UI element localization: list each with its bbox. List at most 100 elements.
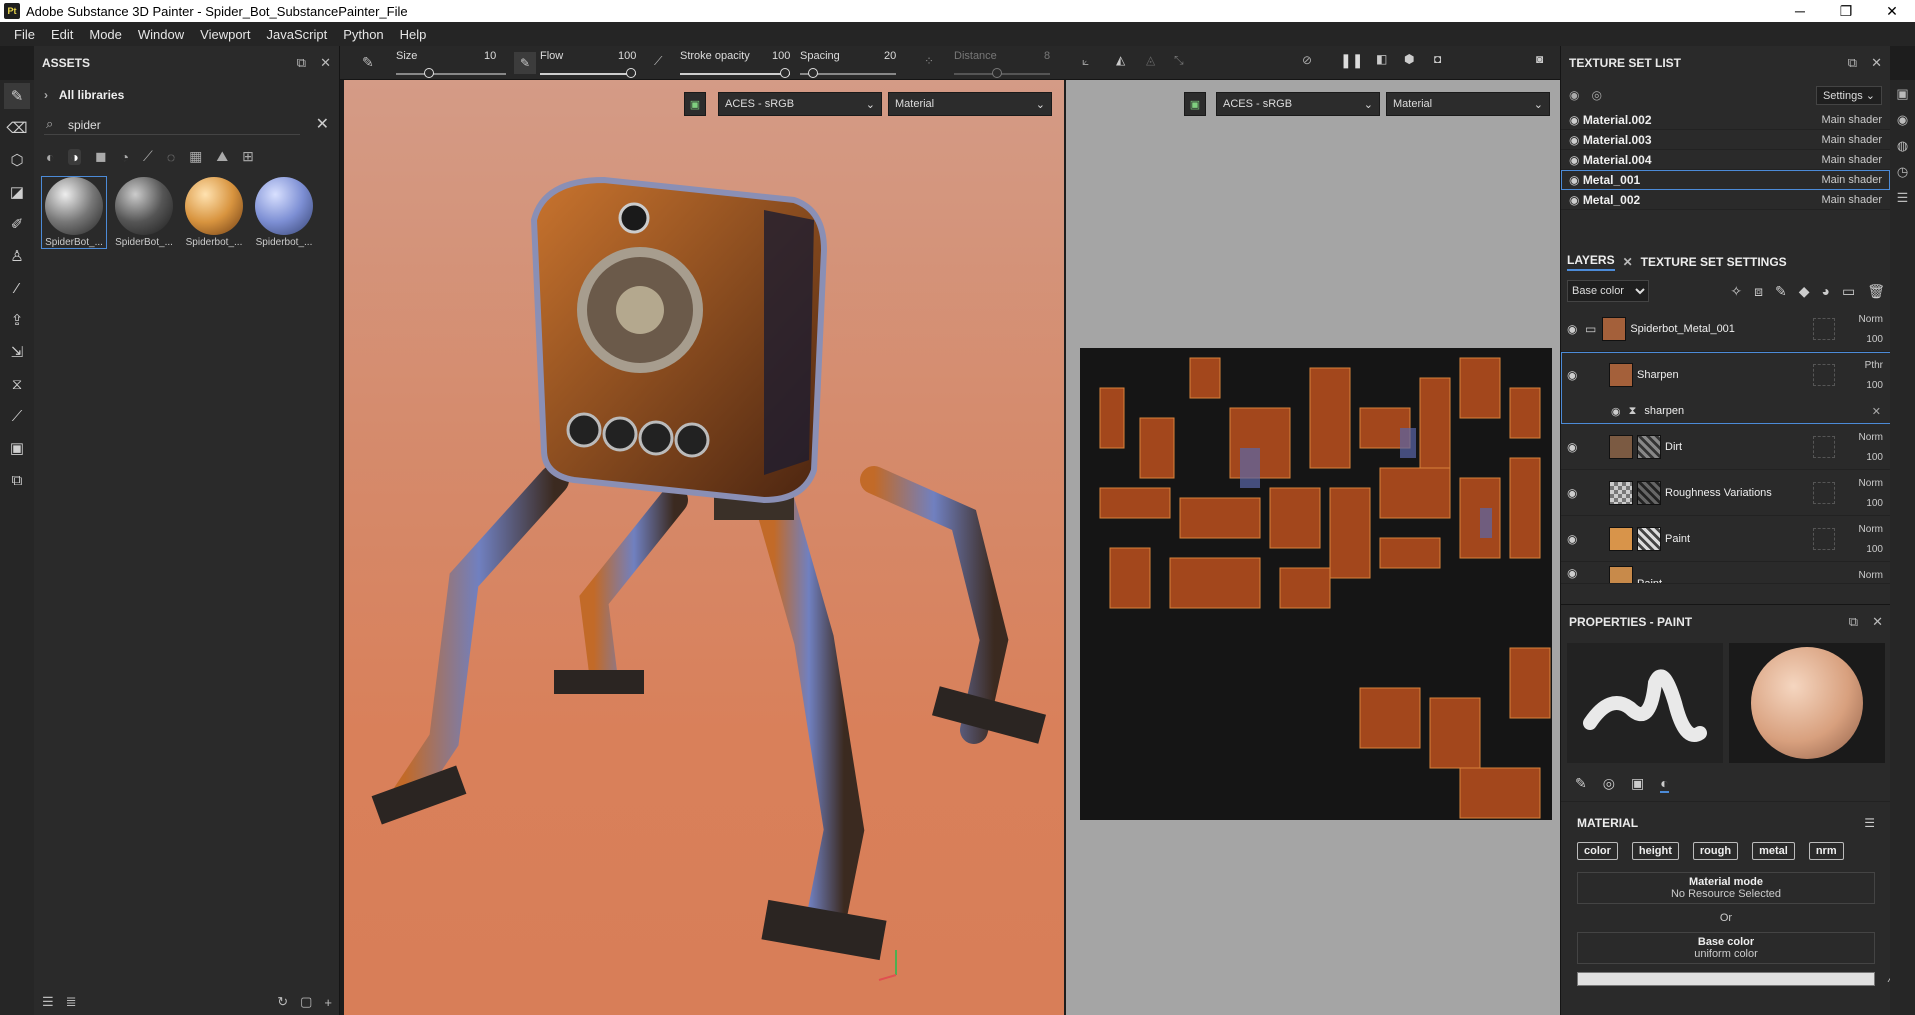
blend-mode[interactable]: Pthr bbox=[1865, 356, 1883, 376]
size-slider-knob[interactable] bbox=[424, 68, 434, 78]
minimize-icon[interactable]: ─ bbox=[1777, 0, 1823, 22]
channel-select-right[interactable]: Material ⌄ bbox=[1386, 92, 1550, 116]
layer-mask-slot[interactable] bbox=[1813, 482, 1835, 504]
symmetry-icon[interactable]: ⟀ bbox=[1082, 54, 1089, 69]
history-icon[interactable]: ◷ bbox=[1897, 164, 1908, 180]
annotation-icon[interactable]: ⟋ bbox=[4, 403, 30, 429]
channel-color-button[interactable]: color bbox=[1577, 842, 1618, 860]
eye-icon[interactable]: ◉ bbox=[1567, 532, 1585, 546]
texture-set-row[interactable]: ◉ Material.002 Main shader bbox=[1561, 110, 1890, 130]
asset-item[interactable]: SpiderBot_... bbox=[112, 177, 176, 248]
close-panel-icon[interactable]: ✕ bbox=[1872, 614, 1883, 630]
asset-item[interactable]: SpiderBot_... bbox=[41, 176, 107, 249]
eye-icon[interactable]: ◉ bbox=[1611, 405, 1621, 418]
distance-value[interactable]: 8 bbox=[1044, 50, 1050, 62]
refresh-icon[interactable]: ↻ bbox=[277, 994, 288, 1010]
undock-icon[interactable]: ⧉ bbox=[297, 55, 306, 71]
split-view-icon[interactable]: ◧ bbox=[1376, 52, 1387, 66]
smudge-icon[interactable]: ✐ bbox=[4, 211, 30, 237]
3d-view-icon[interactable]: ⬢ bbox=[1404, 52, 1414, 66]
lazy-mouse-icon[interactable]: ⁘ bbox=[924, 54, 934, 68]
undock-icon[interactable]: ⧉ bbox=[1848, 55, 1857, 71]
filter-smart-icon[interactable]: ◔ bbox=[121, 149, 129, 165]
layer-mask-slot[interactable] bbox=[1813, 318, 1835, 340]
stencil-tab-icon[interactable]: ▣ bbox=[1631, 775, 1644, 793]
tab-texture-set-settings[interactable]: TEXTURE SET SETTINGS bbox=[1641, 255, 1787, 269]
eye-icon[interactable]: ◉ bbox=[1569, 153, 1583, 167]
filter-masks-icon[interactable]: ◼ bbox=[95, 148, 107, 165]
add-mask-icon[interactable]: ⧈ bbox=[1754, 283, 1763, 300]
brush-tab-icon[interactable]: ✎ bbox=[1575, 775, 1587, 793]
stroke-opacity-value[interactable]: 100 bbox=[772, 50, 790, 62]
texture-set-row[interactable]: ◉ Material.004 Main shader bbox=[1561, 150, 1890, 170]
filter-materials-icon[interactable]: ◑ bbox=[68, 148, 81, 165]
blend-mode[interactable]: Norm bbox=[1859, 474, 1883, 494]
flow-toggle-icon[interactable]: ✎ bbox=[514, 52, 536, 74]
remove-effect-icon[interactable]: ✕ bbox=[1872, 405, 1881, 418]
eye-icon[interactable]: ◉ bbox=[1569, 173, 1583, 187]
close-panel-icon[interactable]: ✕ bbox=[320, 55, 331, 71]
undock-icon[interactable]: ⧉ bbox=[1849, 614, 1858, 630]
menu-help[interactable]: Help bbox=[400, 27, 427, 42]
texture-set-row[interactable]: ◉ Metal_002 Main shader bbox=[1561, 190, 1890, 210]
camera-icon[interactable]: ◘ bbox=[1434, 52, 1441, 66]
filter-brush-icon[interactable]: ⟋ bbox=[143, 148, 153, 165]
flow-value[interactable]: 100 bbox=[618, 50, 636, 62]
display-settings-icon[interactable]: ▣ bbox=[1184, 92, 1206, 116]
filter-environment-icon[interactable]: ⛰ bbox=[216, 148, 228, 165]
texture-set-icon[interactable]: ▣ bbox=[1896, 86, 1908, 102]
close-tab-icon[interactable]: ✕ bbox=[1623, 255, 1633, 269]
layer-opacity[interactable]: 100 bbox=[1859, 448, 1883, 468]
eye-icon[interactable]: ◉ bbox=[1567, 322, 1585, 336]
mirror-icon[interactable]: ◭ bbox=[1116, 53, 1125, 67]
blend-mode[interactable]: Norm bbox=[1859, 520, 1883, 540]
size-value[interactable]: 10 bbox=[484, 50, 496, 62]
visibility-all-icon[interactable]: ◉ bbox=[1569, 88, 1579, 102]
size-slider[interactable] bbox=[396, 73, 506, 75]
eye-icon[interactable]: ◉ bbox=[1569, 133, 1583, 147]
menu-file[interactable]: File bbox=[14, 27, 35, 42]
stroke-opacity-knob[interactable] bbox=[780, 68, 790, 78]
channel-nrm-button[interactable]: nrm bbox=[1808, 842, 1844, 860]
delete-layer-icon[interactable]: 🗑 bbox=[1867, 283, 1885, 300]
alpha-tab-icon[interactable]: ◎ bbox=[1603, 775, 1615, 793]
measure-icon[interactable]: ⧖ bbox=[4, 371, 30, 397]
layer-opacity[interactable]: 100 bbox=[1859, 330, 1883, 350]
colorspace-select-right[interactable]: ACES - sRGB ⌄ bbox=[1216, 92, 1380, 116]
layer-mask-slot[interactable] bbox=[1813, 436, 1835, 458]
filter-alpha-icon[interactable]: ◌ bbox=[167, 149, 175, 165]
export-icon[interactable]: ⇲ bbox=[4, 339, 30, 365]
asset-item[interactable]: Spiderbot_... bbox=[182, 177, 246, 248]
layer-row[interactable]: ◉ Dirt Norm 100 bbox=[1561, 424, 1891, 470]
channel-height-button[interactable]: height bbox=[1631, 842, 1679, 860]
menu-python[interactable]: Python bbox=[343, 27, 383, 42]
material-mode-slot[interactable]: Material mode No Resource Selected bbox=[1577, 872, 1875, 904]
add-paint-layer-icon[interactable]: ✎ bbox=[1775, 283, 1787, 300]
menu-edit[interactable]: Edit bbox=[51, 27, 73, 42]
blend-mode[interactable]: Norm bbox=[1859, 428, 1883, 448]
polygon-fill-icon[interactable]: ◪ bbox=[4, 179, 30, 205]
channel-metal-button[interactable]: metal bbox=[1752, 842, 1795, 860]
menu-mode[interactable]: Mode bbox=[89, 27, 122, 42]
texture-set-row[interactable]: ◉ Metal_001 Main shader bbox=[1561, 170, 1890, 190]
layer-row[interactable]: ◉ Roughness Variations Norm 100 bbox=[1561, 470, 1891, 516]
distance-slider[interactable] bbox=[954, 73, 1050, 75]
clone-stamp-icon[interactable]: ♙ bbox=[4, 243, 30, 269]
eye-icon[interactable]: ◉ bbox=[1567, 368, 1585, 382]
flow-slider-knob[interactable] bbox=[626, 68, 636, 78]
new-folder-icon[interactable]: ▢ bbox=[300, 994, 312, 1010]
settings-dropdown[interactable]: Settings ⌄ bbox=[1815, 85, 1882, 105]
channel-rough-button[interactable]: rough bbox=[1692, 842, 1739, 860]
search-input[interactable] bbox=[44, 115, 300, 135]
brush-preset-icon[interactable]: ✎ bbox=[362, 54, 374, 71]
layer-opacity[interactable]: 100 bbox=[1859, 540, 1883, 560]
tab-layers[interactable]: LAYERS bbox=[1567, 253, 1615, 271]
details-view-icon[interactable]: ≣ bbox=[66, 994, 77, 1010]
layer-row[interactable]: ◉ Sharpen Pthr 100 bbox=[1561, 352, 1891, 398]
spacing-value[interactable]: 20 bbox=[884, 50, 896, 62]
asset-item[interactable]: Spiderbot_... bbox=[252, 177, 316, 248]
material-tab-icon[interactable]: ◐ bbox=[1660, 775, 1669, 793]
pause-icon[interactable]: ❚❚ bbox=[1340, 52, 1363, 69]
eye-icon[interactable]: ◉ bbox=[1569, 113, 1583, 127]
layer-row[interactable]: ◉ Paint Norm bbox=[1561, 562, 1891, 584]
